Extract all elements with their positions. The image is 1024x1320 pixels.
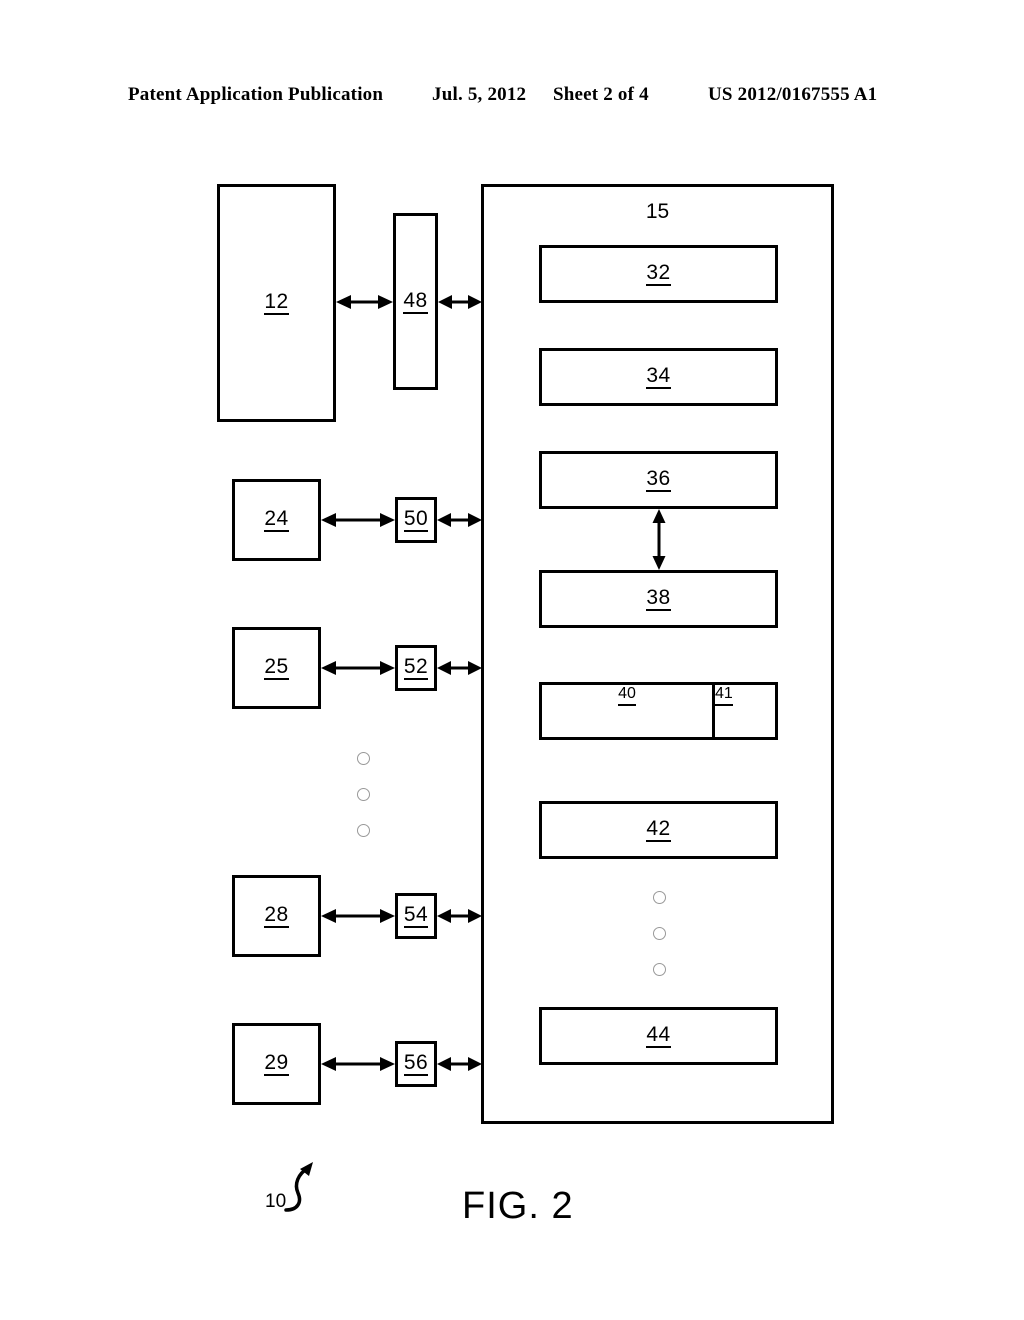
block-28-label: 28 (264, 903, 289, 928)
connector-28-54 (321, 907, 395, 925)
block-54: 54 (395, 893, 437, 939)
header-publication-date: Jul. 5, 2012 (432, 84, 527, 105)
block-50: 50 (395, 497, 437, 543)
container-15-label: 15 (645, 200, 670, 223)
ellipsis-dot (357, 788, 370, 801)
block-28: 28 (232, 875, 321, 957)
connector-50-container (437, 511, 482, 529)
block-48-label: 48 (403, 288, 428, 314)
header-publication-title: Patent Application Publication (128, 84, 384, 105)
block-29-label: 29 (264, 1051, 289, 1076)
block-38-label: 38 (646, 586, 671, 611)
block-12-label: 12 (264, 290, 289, 315)
block-41: 41 (715, 685, 775, 737)
block-32: 32 (539, 245, 778, 303)
block-54-label: 54 (403, 903, 429, 928)
block-40-label: 40 (542, 685, 712, 706)
block-25-label: 25 (264, 655, 289, 680)
sheet-header: Patent Application Publication Jul. 5, 2… (0, 84, 1024, 114)
block-34-label: 34 (646, 364, 671, 389)
ellipsis-dot (653, 891, 666, 904)
connector-12-48 (336, 293, 393, 311)
block-40-41: 40 41 (539, 682, 778, 740)
ellipsis-dot (357, 752, 370, 765)
block-32-label: 32 (646, 261, 671, 286)
connector-29-56 (321, 1055, 395, 1073)
block-44: 44 (539, 1007, 778, 1065)
ellipsis-dot (357, 824, 370, 837)
block-56: 56 (395, 1041, 437, 1087)
block-38: 38 (539, 570, 778, 628)
ellipsis-dot (653, 927, 666, 940)
block-25: 25 (232, 627, 321, 709)
header-patent-number: US 2012/0167555 A1 (708, 84, 878, 105)
block-41-label: 41 (715, 685, 775, 706)
block-36-label: 36 (646, 467, 671, 492)
block-12: 12 (217, 184, 336, 422)
reference-10-label: 10 (265, 1191, 287, 1212)
block-52-label: 52 (403, 655, 429, 680)
connector-48-container (438, 293, 482, 311)
block-40: 40 (542, 685, 715, 737)
block-50-label: 50 (403, 507, 429, 532)
block-34: 34 (539, 348, 778, 406)
header-sheet-number: Sheet 2 of 4 (553, 84, 649, 105)
block-36: 36 (539, 451, 778, 509)
connector-24-50 (321, 511, 395, 529)
block-24-label: 24 (264, 507, 289, 532)
inner-ellipsis (653, 891, 666, 981)
block-56-label: 56 (403, 1051, 429, 1076)
connector-56-container (437, 1055, 482, 1073)
block-29: 29 (232, 1023, 321, 1105)
ellipsis-dot (653, 963, 666, 976)
connector-25-52 (321, 659, 395, 677)
left-ellipsis (357, 752, 370, 842)
connector-52-container (437, 659, 482, 677)
block-44-label: 44 (646, 1023, 671, 1048)
block-24: 24 (232, 479, 321, 561)
block-42-label: 42 (646, 817, 671, 842)
block-42: 42 (539, 801, 778, 859)
connector-36-38 (650, 509, 668, 570)
block-52: 52 (395, 645, 437, 691)
figure-caption: FIG. 2 (462, 1185, 574, 1227)
connector-54-container (437, 907, 482, 925)
system-container-15: 15 32 34 36 38 40 41 42 44 (481, 184, 834, 1124)
block-48: 48 (393, 213, 438, 390)
